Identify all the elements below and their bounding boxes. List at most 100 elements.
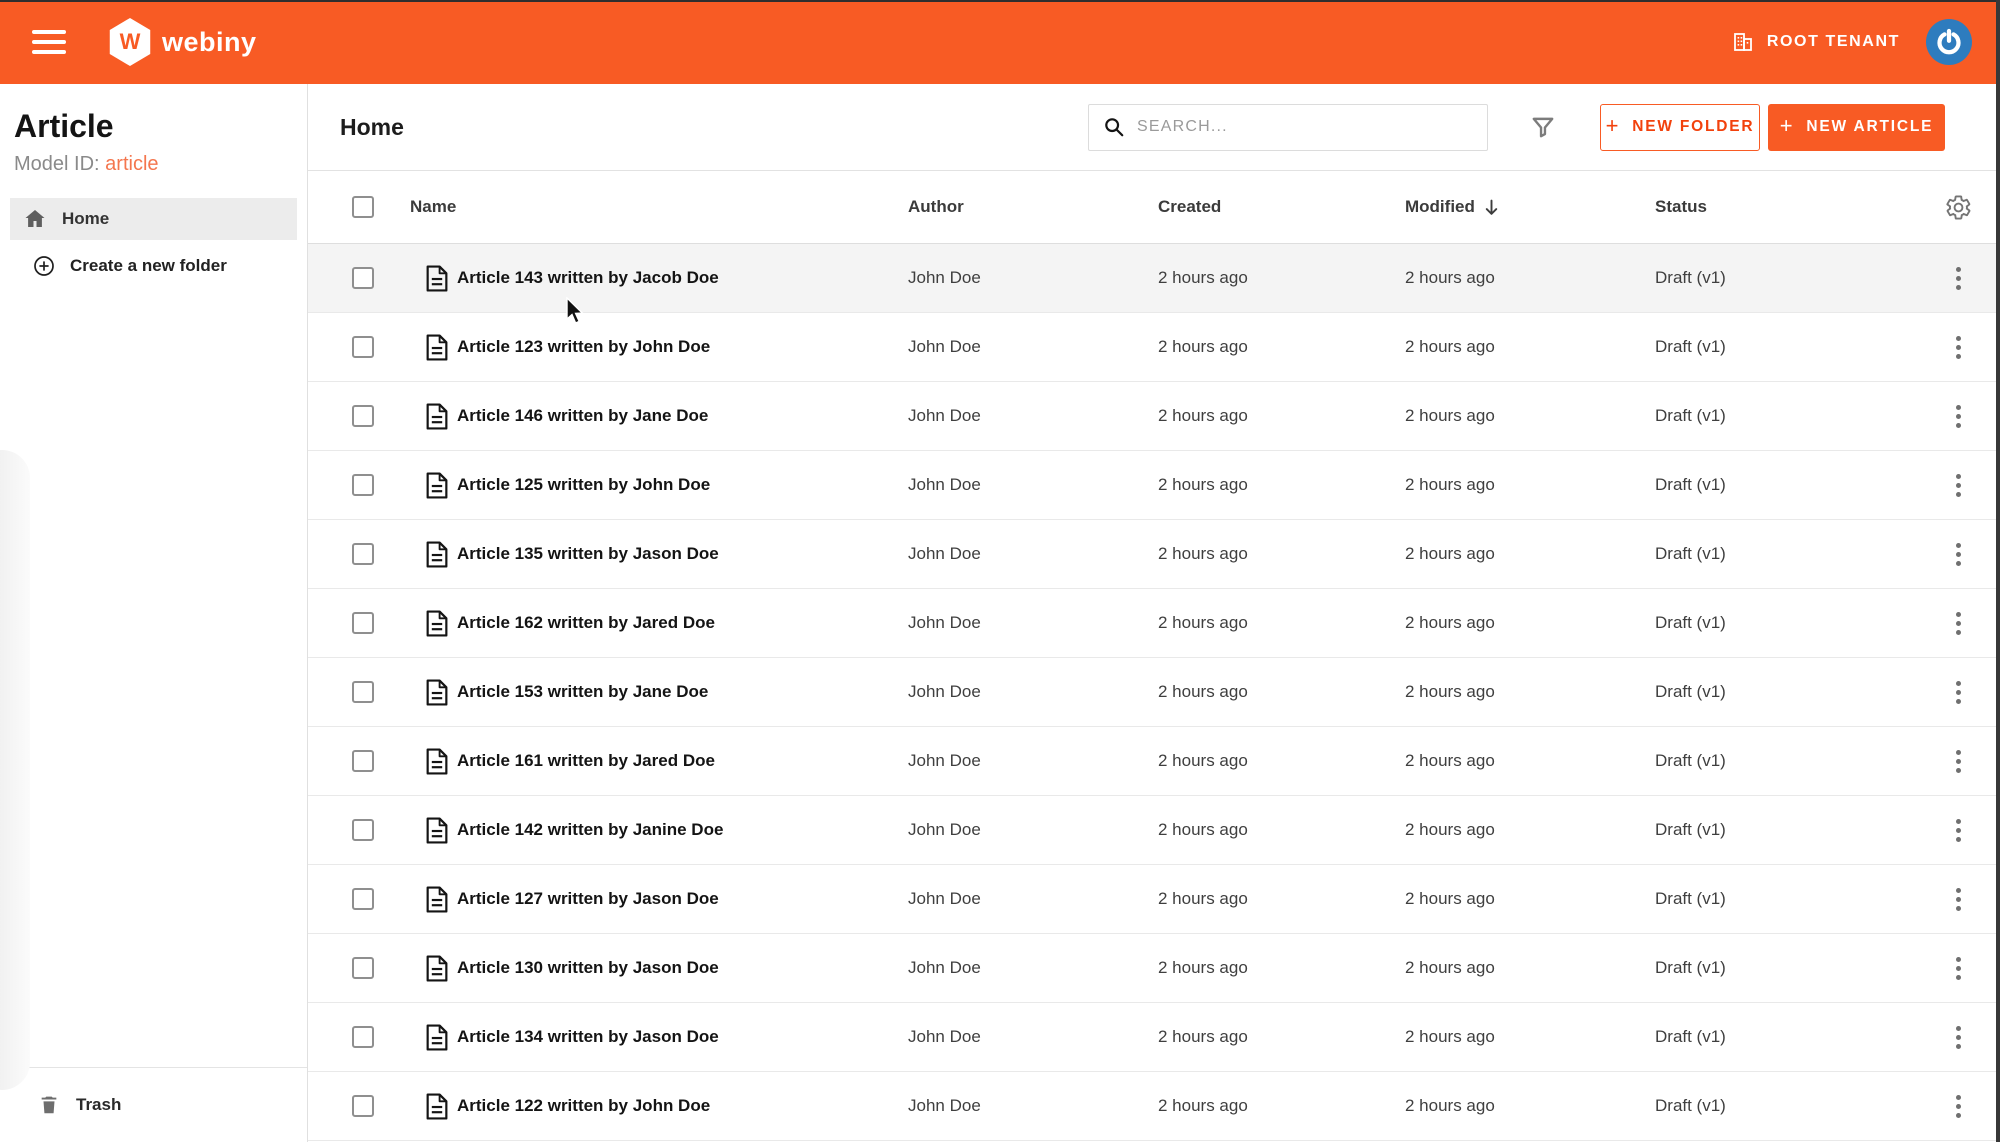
webiny-logo[interactable]: W webiny: [108, 18, 257, 66]
record-modified: 2 hours ago: [1405, 820, 1495, 839]
row-actions-kebab-icon[interactable]: [1945, 470, 1971, 501]
row-actions-kebab-icon[interactable]: [1945, 1091, 1971, 1122]
table-row[interactable]: Article 162 written by Jared Doe John Do…: [308, 589, 2000, 658]
content-area: Home SEARCH... + NEW FOLDER + NEW ARTICL…: [308, 84, 2000, 1142]
row-actions-kebab-icon[interactable]: [1945, 263, 1971, 294]
model-id-link[interactable]: article: [105, 153, 158, 175]
column-header-created[interactable]: Created: [1158, 197, 1405, 217]
plus-icon: +: [1779, 113, 1795, 138]
record-name[interactable]: Article 134 written by Jason Doe: [457, 1027, 908, 1047]
record-name[interactable]: Article 135 written by Jason Doe: [457, 544, 908, 564]
record-name[interactable]: Article 142 written by Janine Doe: [457, 820, 908, 840]
model-id: Model ID: article: [14, 152, 159, 175]
row-actions-kebab-icon[interactable]: [1945, 608, 1971, 639]
search-icon: [1103, 116, 1125, 138]
table-row[interactable]: Article 122 written by John Doe John Doe…: [308, 1072, 2000, 1141]
record-created: 2 hours ago: [1158, 544, 1248, 563]
table-settings-gear-icon[interactable]: [1945, 194, 1972, 221]
table-row[interactable]: Article 161 written by Jared Doe John Do…: [308, 727, 2000, 796]
trash-icon: [38, 1093, 60, 1117]
user-avatar[interactable]: [1926, 19, 1972, 65]
column-header-author[interactable]: Author: [908, 197, 1158, 217]
row-actions-kebab-icon[interactable]: [1945, 677, 1971, 708]
record-name[interactable]: Article 143 written by Jacob Doe: [457, 268, 908, 288]
document-icon: [425, 885, 449, 913]
record-name[interactable]: Article 161 written by Jared Doe: [457, 751, 908, 771]
row-checkbox[interactable]: [352, 681, 374, 703]
record-name[interactable]: Article 123 written by John Doe: [457, 337, 908, 357]
row-checkbox[interactable]: [352, 267, 374, 289]
table-row[interactable]: Article 134 written by Jason Doe John Do…: [308, 1003, 2000, 1072]
column-header-status[interactable]: Status: [1655, 197, 1945, 217]
row-actions-kebab-icon[interactable]: [1945, 401, 1971, 432]
column-header-name[interactable]: Name: [410, 197, 908, 217]
table-body: Article 143 written by Jacob Doe John Do…: [308, 244, 2000, 1141]
document-icon: [425, 747, 449, 775]
table-row[interactable]: Article 135 written by Jason Doe John Do…: [308, 520, 2000, 589]
record-status: Draft (v1): [1655, 889, 1726, 908]
record-modified: 2 hours ago: [1405, 751, 1495, 770]
document-icon: [425, 540, 449, 568]
record-created: 2 hours ago: [1158, 406, 1248, 425]
sidebar-shadow-decoration: [0, 450, 30, 1090]
row-actions-kebab-icon[interactable]: [1945, 1022, 1971, 1053]
table-row[interactable]: Article 125 written by John Doe John Doe…: [308, 451, 2000, 520]
top-app-bar: W webiny ROOT TENANT: [0, 0, 2000, 84]
row-checkbox[interactable]: [352, 1026, 374, 1048]
tenant-selector[interactable]: ROOT TENANT: [1731, 30, 1900, 54]
record-status: Draft (v1): [1655, 682, 1726, 701]
record-created: 2 hours ago: [1158, 1096, 1248, 1115]
record-author: John Doe: [908, 889, 981, 908]
menu-hamburger-icon[interactable]: [32, 30, 66, 54]
row-checkbox[interactable]: [352, 750, 374, 772]
record-name[interactable]: Article 125 written by John Doe: [457, 475, 908, 495]
table-row[interactable]: Article 153 written by Jane Doe John Doe…: [308, 658, 2000, 727]
row-actions-kebab-icon[interactable]: [1945, 815, 1971, 846]
record-author: John Doe: [908, 337, 981, 356]
row-checkbox[interactable]: [352, 819, 374, 841]
row-actions-kebab-icon[interactable]: [1945, 884, 1971, 915]
row-checkbox[interactable]: [352, 957, 374, 979]
row-checkbox[interactable]: [352, 474, 374, 496]
create-folder-button[interactable]: Create a new folder: [10, 244, 297, 288]
record-name[interactable]: Article 162 written by Jared Doe: [457, 613, 908, 633]
record-modified: 2 hours ago: [1405, 406, 1495, 425]
table-row[interactable]: Article 123 written by John Doe John Doe…: [308, 313, 2000, 382]
row-checkbox[interactable]: [352, 888, 374, 910]
row-actions-kebab-icon[interactable]: [1945, 332, 1971, 363]
record-name[interactable]: Article 130 written by Jason Doe: [457, 958, 908, 978]
table-row[interactable]: Article 127 written by Jason Doe John Do…: [308, 865, 2000, 934]
row-actions-kebab-icon[interactable]: [1945, 539, 1971, 570]
record-modified: 2 hours ago: [1405, 1027, 1495, 1046]
sidebar-item-trash[interactable]: Trash: [0, 1068, 307, 1142]
row-actions-kebab-icon[interactable]: [1945, 746, 1971, 777]
filter-button[interactable]: [1530, 114, 1556, 140]
record-created: 2 hours ago: [1158, 682, 1248, 701]
new-folder-button[interactable]: + NEW FOLDER: [1600, 103, 1760, 151]
table-row[interactable]: Article 146 written by Jane Doe John Doe…: [308, 382, 2000, 451]
row-actions-kebab-icon[interactable]: [1945, 953, 1971, 984]
table-row[interactable]: Article 130 written by Jason Doe John Do…: [308, 934, 2000, 1003]
new-article-button[interactable]: + NEW ARTICLE: [1768, 103, 1945, 151]
row-checkbox[interactable]: [352, 336, 374, 358]
row-checkbox[interactable]: [352, 543, 374, 565]
record-name[interactable]: Article 127 written by Jason Doe: [457, 889, 908, 909]
table-row[interactable]: Article 142 written by Janine Doe John D…: [308, 796, 2000, 865]
record-author: John Doe: [908, 268, 981, 287]
record-author: John Doe: [908, 751, 981, 770]
record-author: John Doe: [908, 475, 981, 494]
row-checkbox[interactable]: [352, 405, 374, 427]
record-name[interactable]: Article 122 written by John Doe: [457, 1096, 908, 1116]
search-input[interactable]: [1137, 118, 1473, 136]
sidebar-item-home[interactable]: Home: [10, 197, 297, 240]
record-created: 2 hours ago: [1158, 613, 1248, 632]
record-name[interactable]: Article 153 written by Jane Doe: [457, 682, 908, 702]
select-all-checkbox[interactable]: [352, 196, 374, 218]
row-checkbox[interactable]: [352, 1095, 374, 1117]
table-row[interactable]: Article 143 written by Jacob Doe John Do…: [308, 244, 2000, 313]
column-header-modified[interactable]: Modified: [1405, 197, 1655, 217]
window-scrollbar-edge[interactable]: [1996, 0, 2000, 1142]
record-name[interactable]: Article 146 written by Jane Doe: [457, 406, 908, 426]
row-checkbox[interactable]: [352, 612, 374, 634]
record-author: John Doe: [908, 1096, 981, 1115]
